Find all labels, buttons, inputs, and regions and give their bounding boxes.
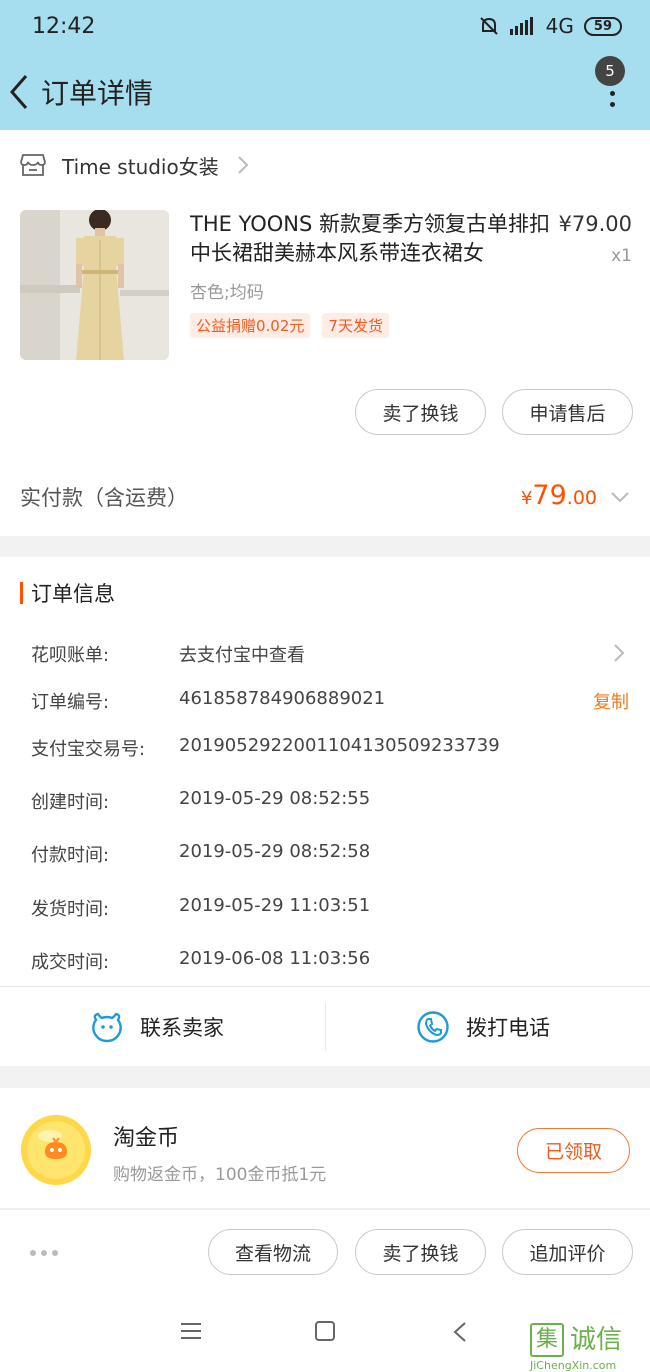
contact-seller-label: 联系卖家 (140, 1016, 224, 1040)
order-item-card: Time studio女装 THE YOONS 新款夏季方领复古单排扣中长裙甜美… (0, 130, 650, 536)
shop-link[interactable]: Time studio女装 (20, 150, 249, 180)
info-value: 2019-06-08 11:03:56 (179, 948, 371, 969)
after-sale-button[interactable]: 申请售后 (502, 389, 633, 435)
message-badge: 5 (595, 56, 625, 86)
mute-bell-icon (479, 17, 498, 35)
back-arrow-icon[interactable] (6, 72, 32, 112)
more-menu-button[interactable]: 5 (590, 56, 636, 130)
watermark-url: JiChengXin.com (530, 1359, 617, 1372)
call-phone-button[interactable]: 拨打电话 (416, 987, 550, 1067)
shipping-tag: 7天发货 (322, 313, 389, 338)
nav-bar: 订单详情 5 (0, 56, 650, 130)
call-phone-label: 拨打电话 (466, 1016, 550, 1040)
alipay-trade-row: 支付宝交易号: 2019052922001104130509233739 (0, 735, 650, 761)
resell-button[interactable]: 卖了换钱 (355, 389, 486, 435)
product-price: ¥79.00 (558, 212, 632, 236)
product-image[interactable] (20, 210, 169, 360)
info-value: 去支付宝中查看 (179, 645, 305, 666)
info-label: 支付宝交易号: (31, 739, 146, 760)
claimed-button[interactable]: 已领取 (517, 1128, 630, 1173)
shop-icon (20, 154, 46, 176)
charity-tag: 公益捐赠0.02元 (190, 313, 311, 338)
gold-coin-icon (21, 1115, 91, 1185)
total-decimal: .00 (566, 487, 597, 509)
coin-subtitle: 购物返金币，100金币抵1元 (113, 1165, 327, 1185)
product-quantity: x1 (611, 246, 632, 266)
order-info-title: 订单信息 (31, 582, 115, 606)
paid-time-row: 付款时间: 2019-05-29 08:52:58 (0, 841, 650, 867)
add-review-button[interactable]: 追加评价 (502, 1229, 633, 1275)
order-info-card: 订单信息 花呗账单: 去支付宝中查看 订单编号: 461858784906889… (0, 557, 650, 1066)
status-icons: 4G 59 (478, 14, 622, 38)
order-number-row: 订单编号: 461858784906889021 复制 (0, 688, 650, 714)
status-bar: 12:42 4G 59 (0, 0, 650, 56)
info-value: 2019052922001104130509233739 (179, 735, 500, 756)
info-label: 创建时间: (31, 792, 110, 813)
system-nav-bar: 集 诚信 JiChengXin.com (0, 1295, 650, 1372)
total-label: 实付款（含运费） (20, 486, 188, 510)
signal-icon (509, 17, 533, 35)
contact-seller-button[interactable]: 联系卖家 (90, 987, 224, 1067)
contact-bar: 联系卖家 拨打电话 (0, 986, 650, 1066)
watermark-logo: 集 诚信 JiChengXin.com (530, 1323, 644, 1372)
shop-name: Time studio女装 (62, 154, 219, 179)
divider (325, 1003, 326, 1051)
info-value: 2019-05-29 08:52:58 (179, 841, 371, 862)
info-label: 发货时间: (31, 899, 110, 920)
completed-time-row: 成交时间: 2019-06-08 11:03:56 (0, 948, 650, 974)
menu-icon[interactable] (180, 1321, 202, 1341)
info-value: 2019-05-29 11:03:51 (179, 895, 371, 916)
view-logistics-button[interactable]: 查看物流 (208, 1229, 338, 1275)
copy-button[interactable]: 复制 (593, 688, 629, 714)
total-paid-row[interactable]: 实付款（含运费） ¥79.00 (0, 460, 650, 536)
watermark-text: 诚信 (570, 1325, 623, 1355)
order-action-bar: 查看物流 卖了换钱 追加评价 (0, 1209, 650, 1295)
page-title: 订单详情 (41, 77, 154, 110)
info-label: 付款时间: (31, 845, 110, 866)
chevron-right-icon (614, 644, 625, 662)
resell-button[interactable]: 卖了换钱 (355, 1229, 486, 1275)
order-info-header: 订单信息 (20, 581, 115, 606)
info-label: 订单编号: (31, 692, 110, 713)
network-type: 4G (545, 14, 574, 38)
product-tags: 公益捐赠0.02元 7天发货 (190, 313, 389, 338)
chevron-down-icon (611, 492, 629, 503)
coin-title: 淘金币 (113, 1126, 180, 1151)
info-label: 花呗账单: (31, 645, 110, 666)
info-value: 2019-05-29 08:52:55 (179, 788, 371, 809)
huabei-bill-row[interactable]: 花呗账单: 去支付宝中查看 (0, 641, 650, 667)
total-currency: ¥ (520, 488, 533, 509)
home-icon[interactable] (314, 1321, 336, 1341)
info-value: 461858784906889021 (179, 688, 386, 709)
status-time: 12:42 (32, 14, 96, 39)
phone-icon (417, 1011, 449, 1043)
watermark-box-char: 集 (530, 1323, 564, 1357)
more-actions-icon[interactable] (30, 1250, 58, 1256)
chat-face-icon (92, 1012, 122, 1043)
product-sku: 杏色;均码 (190, 283, 264, 303)
back-nav-icon[interactable] (452, 1321, 468, 1343)
shipped-time-row: 发货时间: 2019-05-29 11:03:51 (0, 895, 650, 921)
accent-bar (20, 582, 23, 604)
battery-icon: 59 (583, 16, 622, 36)
total-integer: 79 (532, 480, 567, 511)
coin-card: 淘金币 购物返金币，100金币抵1元 已领取 (0, 1088, 650, 1208)
info-label: 成交时间: (31, 952, 110, 973)
product-title[interactable]: THE YOONS 新款夏季方领复古单排扣中长裙甜美赫本风系带连衣裙女 (190, 210, 550, 268)
total-amount: ¥79.00 (521, 480, 597, 511)
created-time-row: 创建时间: 2019-05-29 08:52:55 (0, 788, 650, 814)
chevron-right-icon (238, 156, 249, 174)
dress-photo (20, 210, 169, 360)
